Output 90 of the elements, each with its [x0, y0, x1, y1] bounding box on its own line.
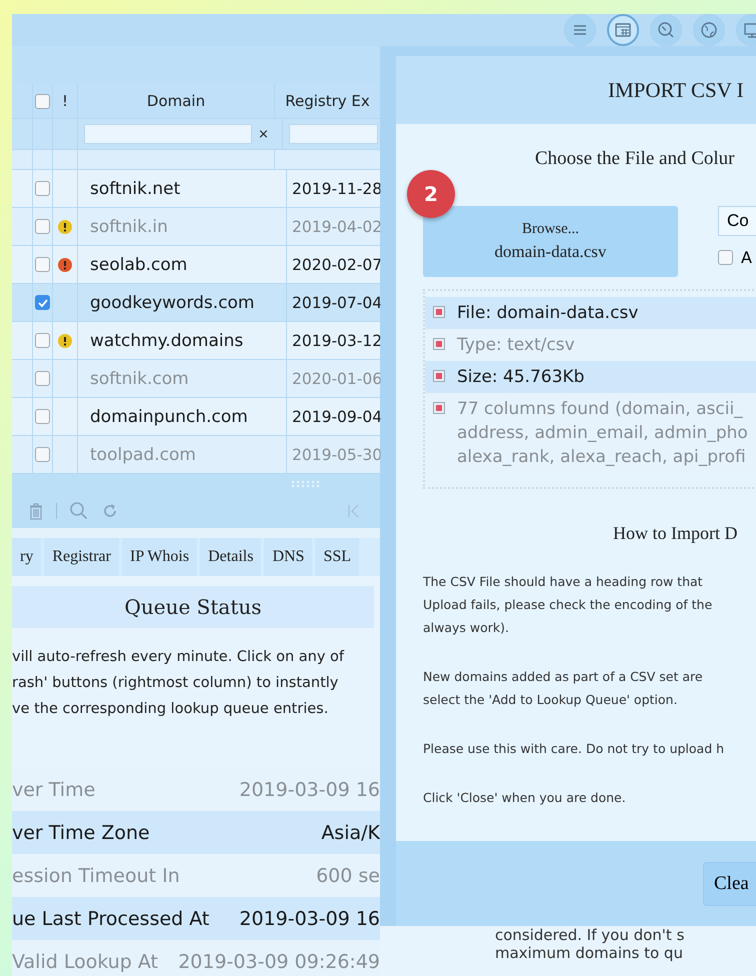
tab[interactable]: SSL: [315, 538, 360, 576]
tab[interactable]: ry: [12, 538, 42, 576]
trash-icon: [28, 502, 44, 520]
field-label: ession Timeout In: [12, 864, 180, 886]
tab[interactable]: DNS: [264, 538, 312, 576]
file-info-text: Size: 45.763Kb: [457, 366, 584, 389]
field-value: 2019-03-09 09:26:49: [178, 950, 380, 972]
date-cell-text: 2020-02-07: [291, 254, 382, 276]
file-info-text: File: domain-data.csv: [457, 302, 638, 325]
table-row[interactable]: softnik.net 2019-11-28: [12, 170, 380, 208]
field-value: Asia/K: [321, 822, 380, 844]
body-text: maximum domains to qu: [495, 944, 684, 962]
menu-button[interactable]: [564, 14, 596, 46]
date-cell-text: 2019-03-12: [291, 330, 382, 352]
bullet-icon: [433, 370, 445, 382]
domain-cell: goodkeywords.com: [78, 284, 287, 321]
description-text: vill auto-refresh every minute. Click on any of rash' buttons (rightmost column) to instantly ve the corresponding lookup queue entries.: [12, 648, 346, 719]
row-checkbox[interactable]: [35, 295, 50, 310]
refresh-button[interactable]: [101, 502, 119, 520]
body-text: considered. If you don't s: [495, 926, 686, 944]
help-title: How to Import D: [613, 523, 738, 544]
date-cell-text: 2019-07-04: [291, 292, 382, 314]
date-cell-text: 2019-09-04: [291, 406, 382, 428]
table-row[interactable]: domainpunch.com 2019-09-04: [12, 398, 380, 436]
date-cell-text: 2020-01-06: [291, 368, 382, 390]
browse-button[interactable]: Browse... domain-data.csv: [423, 206, 678, 277]
date-cell-text: 2019-04-02: [291, 216, 382, 238]
field-value: 600 se: [316, 864, 380, 886]
help-text: The CSV File should have a heading row that Upload fails, please check the encoding of the always work).: [423, 573, 714, 637]
dialog-title: IMPORT CSV I: [396, 56, 756, 124]
resize-grip-icon: [290, 478, 320, 488]
row-checkbox[interactable]: [35, 333, 50, 348]
step-badge: 2: [407, 170, 455, 218]
date-cell-text: 2019-05-30: [291, 444, 382, 466]
file-info-text: Type: text/csv: [457, 334, 575, 357]
table-row[interactable]: seolab.com 2020-02-07: [12, 246, 380, 284]
table-row[interactable]: goodkeywords.com 2019-07-04: [12, 284, 380, 322]
first-page-button[interactable]: [346, 502, 360, 518]
column-header[interactable]: Registry Ex: [275, 84, 380, 118]
delete-button[interactable]: [28, 502, 44, 520]
globe-button[interactable]: [693, 14, 725, 46]
search-icon: [69, 500, 89, 520]
domain-filter-field[interactable]: [84, 124, 252, 144]
domain-cell: softnik.in: [78, 208, 287, 245]
field-value: 2019-03-09 16: [239, 908, 380, 930]
domain-cell: softnik.net: [78, 170, 287, 207]
field-label: ver Time Zone: [12, 822, 150, 844]
file-info-text: 77 columns found (domain, ascii_ address, admin_email, admin_pho alexa_rank, alexa_reach, api_profi: [457, 398, 748, 469]
field-label: ver Time: [12, 778, 96, 800]
dialog-subtitle: Choose the File and Colur: [535, 148, 736, 170]
row-checkbox[interactable]: [35, 447, 50, 462]
select-all-checkbox[interactable]: [35, 94, 50, 108]
calendar-button[interactable]: [607, 14, 639, 46]
field-value: 2019-03-09 16: [239, 778, 380, 800]
domain-cell: softnik.com: [78, 360, 287, 397]
domain-cell: watchmy.domains: [78, 322, 287, 359]
date-cell-text: 2019-11-28: [291, 178, 382, 200]
refresh-icon: [101, 502, 119, 520]
option-checkbox[interactable]: [718, 250, 733, 265]
checkbox-label: A: [741, 248, 752, 267]
field-label: ue Last Processed At: [12, 908, 210, 930]
help-text: Click 'Close' when you are done.: [423, 789, 627, 807]
tab[interactable]: Registrar: [44, 538, 119, 576]
clear-button[interactable]: Clea: [703, 862, 756, 906]
domain-cell: toolpad.com: [78, 436, 287, 473]
domain-cell: seolab.com: [78, 246, 287, 283]
row-checkbox[interactable]: [35, 219, 50, 234]
row-checkbox[interactable]: [35, 181, 50, 196]
help-text: New domains added as part of a CSV set are select the 'Add to Lookup Queue' option.: [423, 668, 704, 709]
help-text: Please use this with care. Do not try to upload h: [423, 740, 726, 758]
first-page-icon: [346, 502, 360, 518]
search-button[interactable]: [69, 500, 89, 520]
column-header[interactable]: Domain: [78, 84, 275, 118]
domain-cell: domainpunch.com: [78, 398, 287, 435]
bullet-icon: [433, 306, 445, 318]
row-checkbox[interactable]: [35, 257, 50, 272]
row-checkbox[interactable]: [35, 371, 50, 386]
date-filter-field[interactable]: [289, 124, 378, 144]
table-row[interactable]: watchmy.domains 2019-03-12: [12, 322, 380, 360]
section-title: Queue Status: [12, 586, 374, 628]
field-label: Valid Lookup At: [12, 950, 158, 972]
column-header[interactable]: !: [53, 84, 78, 118]
globe-search-button[interactable]: [650, 14, 682, 46]
bullet-icon: [433, 402, 445, 414]
clear-filter-button[interactable]: ×: [258, 126, 269, 142]
tab[interactable]: Details: [200, 538, 262, 576]
columns-button[interactable]: Co: [718, 206, 756, 236]
tab[interactable]: IP Whois: [122, 538, 198, 576]
row-checkbox[interactable]: [35, 409, 50, 424]
bullet-icon: [433, 338, 445, 350]
